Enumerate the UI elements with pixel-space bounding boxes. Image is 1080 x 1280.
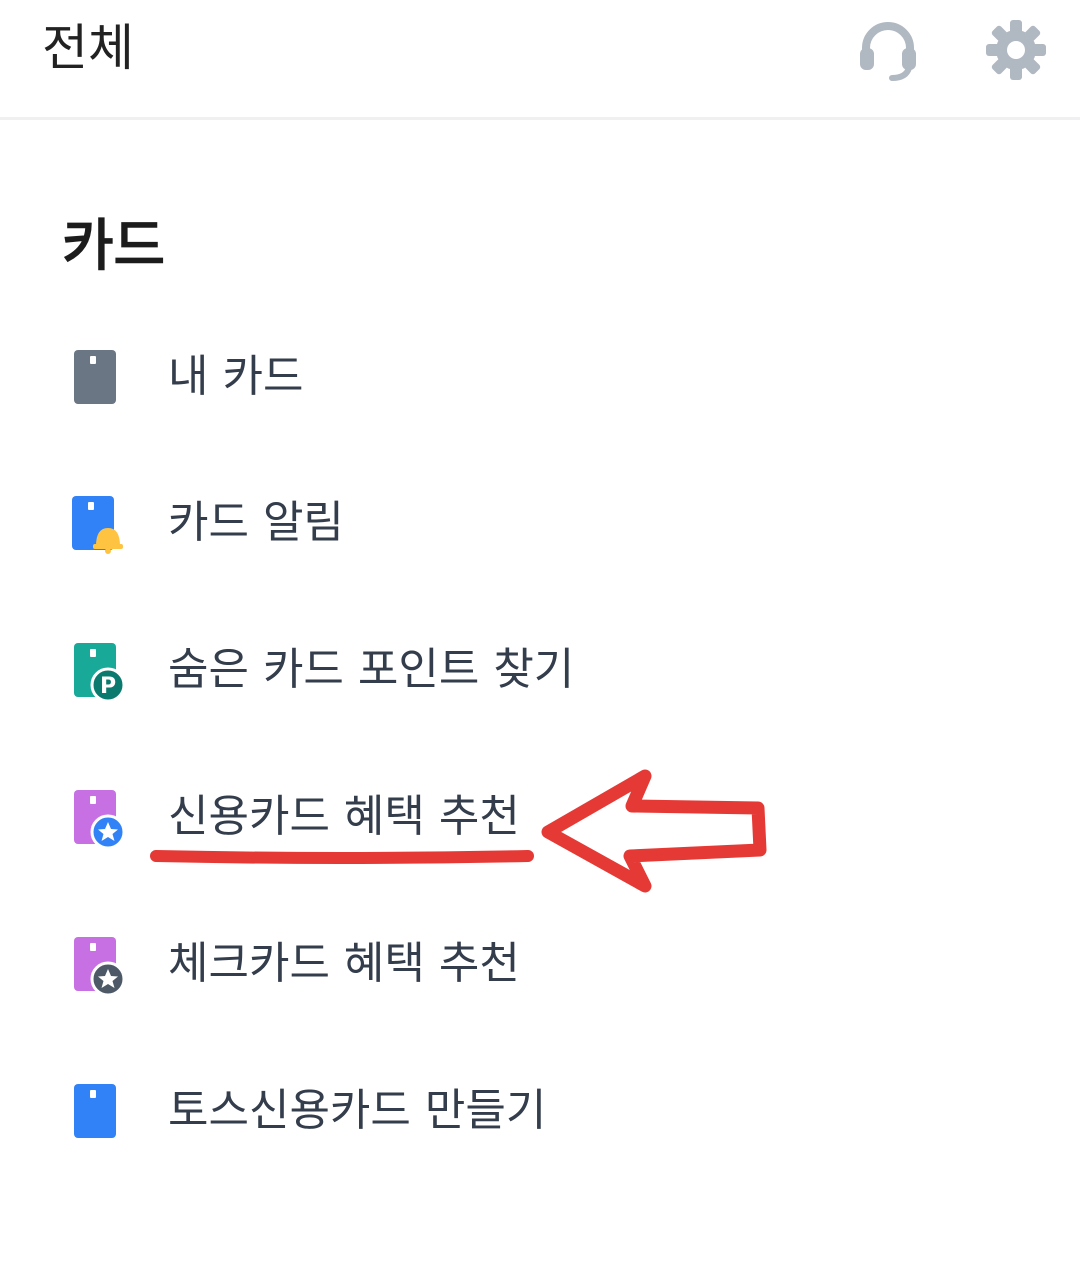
gear-icon[interactable] <box>984 18 1048 82</box>
menu-item-card-alert[interactable]: 카드 알림 <box>0 468 1080 578</box>
top-app-bar: 전체 <box>0 0 1080 120</box>
menu-item-label: 내 카드 <box>168 351 304 402</box>
menu-item-label: 토스신용카드 만들기 <box>168 1085 547 1136</box>
headset-icon[interactable] <box>856 18 920 82</box>
menu-item-make-toss-card[interactable]: 토스신용카드 만들기 <box>0 1056 1080 1166</box>
menu-item-label: 신용카드 혜택 추천 <box>168 791 520 842</box>
page-title: 전체 <box>42 19 134 77</box>
card-bell-icon <box>70 490 130 554</box>
menu-item-my-card[interactable]: 내 카드 <box>0 322 1080 432</box>
point-badge-text: P <box>100 674 116 699</box>
menu-item-label: 숨은 카드 포인트 찾기 <box>168 644 575 695</box>
section-title-card: 카드 <box>62 214 166 279</box>
menu-item-label: 카드 알림 <box>168 497 344 548</box>
menu-item-hidden-points[interactable]: P 숨은 카드 포인트 찾기 <box>0 615 1080 725</box>
menu-item-check-card-recommend[interactable]: 체크카드 혜택 추천 <box>0 909 1080 1019</box>
menu-item-credit-card-recommend[interactable]: 신용카드 혜택 추천 <box>0 762 1080 872</box>
card-star-icon <box>70 784 130 848</box>
card-star-icon <box>70 931 130 995</box>
card-icon <box>70 344 130 408</box>
card-point-icon: P <box>70 637 130 701</box>
card-icon <box>70 1078 130 1142</box>
menu-item-label: 체크카드 혜택 추천 <box>168 938 520 989</box>
